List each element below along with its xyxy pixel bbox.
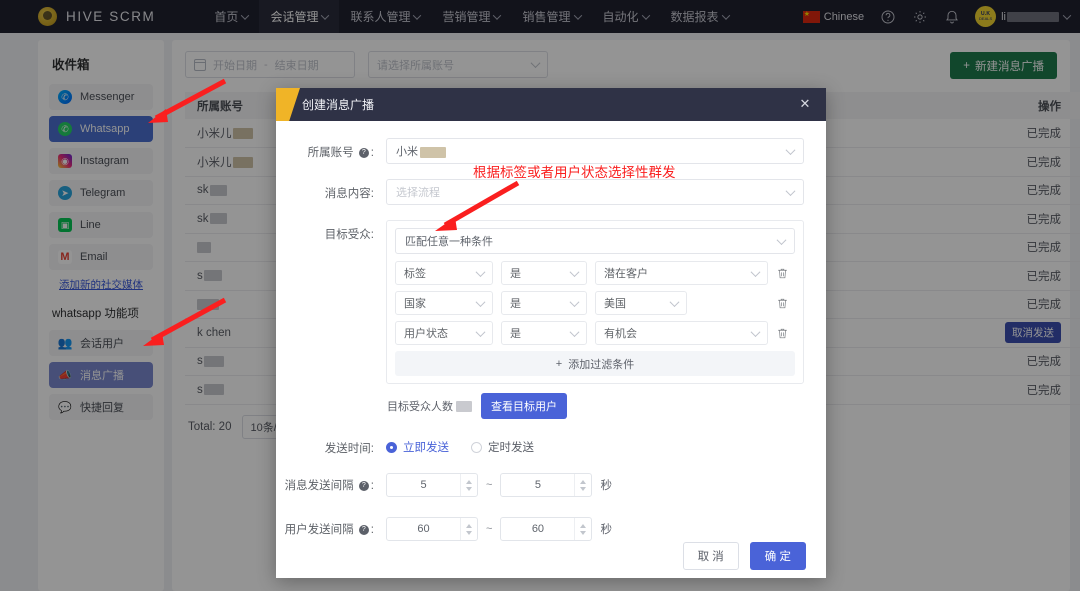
send-time-radio-group: 立即发送 定时发送: [386, 434, 804, 455]
unit-label: 秒: [600, 477, 612, 493]
message-interval-max-stepper[interactable]: 5: [500, 473, 592, 497]
condition-operator-select[interactable]: 是: [501, 321, 587, 345]
app-root: HIVE SCRM 首页 会话管理 联系人管理 营销管理 销售管理: [0, 0, 1080, 591]
chevron-down-icon: [786, 186, 796, 196]
condition-field-value: 用户状态: [404, 325, 448, 341]
stepper-value: 5: [387, 479, 460, 491]
condition-row: 国家 是 美国: [395, 291, 795, 315]
condition-field-select[interactable]: 国家: [395, 291, 493, 315]
field-control-send-time: 立即发送 定时发送: [386, 434, 804, 455]
field-label-message-interval: 消息发送间隔 ?:: [276, 471, 374, 493]
chevron-down-icon: [751, 327, 761, 337]
chevron-down-icon: [476, 267, 486, 277]
arrow-down-icon: [580, 487, 586, 492]
chevron-down-icon: [476, 327, 486, 337]
dialog-footer: 取 消 确 定: [276, 533, 826, 578]
message-interval-min-stepper[interactable]: 5: [386, 473, 478, 497]
delete-condition-icon[interactable]: [776, 297, 789, 310]
chevron-down-icon: [670, 297, 680, 307]
label-text: 所属账号: [308, 147, 354, 159]
condition-field-value: 国家: [404, 295, 426, 311]
condition-field-select[interactable]: 用户状态: [395, 321, 493, 345]
cancel-button[interactable]: 取 消: [683, 542, 739, 570]
chevron-down-icon: [786, 145, 796, 155]
chevron-down-icon: [476, 297, 486, 307]
add-filter-button[interactable]: + 添加过滤条件: [395, 351, 795, 376]
arrow-up-icon: [580, 523, 586, 528]
confirm-button[interactable]: 确 定: [750, 542, 806, 570]
delete-condition-icon[interactable]: [776, 267, 789, 280]
field-target-audience: 目标受众: 匹配任意一种条件 标签: [276, 220, 804, 419]
account-value: 小米: [396, 143, 446, 159]
condition-value-select[interactable]: 有机会: [595, 321, 768, 345]
radio-label: 定时发送: [488, 439, 534, 455]
field-control-message-interval: 5 ~ 5: [386, 471, 804, 497]
condition-row: 用户状态 是 有机会: [395, 321, 795, 345]
radio-label: 立即发送: [403, 439, 449, 455]
field-message-interval: 消息发送间隔 ?: 5 ~ 5: [276, 471, 804, 497]
chevron-down-icon: [751, 267, 761, 277]
field-label-send-time: 发送时间:: [276, 434, 374, 456]
condition-field-value: 标签: [404, 265, 426, 281]
arrow-up-icon: [466, 523, 472, 528]
audience-count-label: 目标受众人数: [387, 398, 472, 414]
condition-operator-value: 是: [510, 265, 521, 281]
arrow-down-icon: [466, 487, 472, 492]
chevron-down-icon: [570, 267, 580, 277]
range-separator: ~: [486, 479, 492, 491]
chevron-down-icon: [777, 235, 787, 245]
plus-icon: +: [556, 358, 562, 370]
label-text: 消息发送间隔: [285, 480, 354, 492]
annotation-arrow-whatsapp: [140, 78, 230, 128]
delete-condition-icon[interactable]: [776, 327, 789, 340]
header-accent-shape: [276, 88, 300, 121]
help-tooltip-icon[interactable]: ?: [359, 481, 369, 491]
annotation-arrow-broadcast: [130, 296, 230, 351]
arrow-up-icon: [466, 479, 472, 484]
field-label-audience: 目标受众:: [276, 220, 374, 242]
field-send-time: 发送时间: 立即发送 定时发送: [276, 434, 804, 456]
condition-value-text: 有机会: [604, 325, 637, 341]
stepper-value: 5: [501, 479, 574, 491]
condition-value-select[interactable]: 潜在客户: [595, 261, 768, 285]
condition-row: 标签 是 潜在客户: [395, 261, 795, 285]
condition-value-select[interactable]: 美国: [595, 291, 687, 315]
annotation-arrow-audience: [415, 178, 525, 238]
stepper-arrows[interactable]: [460, 474, 477, 496]
condition-operator-select[interactable]: 是: [501, 291, 587, 315]
field-message-content: 消息内容: 选择流程: [276, 179, 804, 205]
field-label-content: 消息内容:: [276, 179, 374, 201]
stepper-arrows[interactable]: [574, 474, 591, 496]
view-target-users-button[interactable]: 查看目标用户: [481, 393, 567, 419]
chevron-down-icon: [570, 297, 580, 307]
help-tooltip-icon[interactable]: ?: [359, 148, 369, 158]
close-icon[interactable]: ✕: [798, 97, 812, 111]
arrow-up-icon: [580, 479, 586, 484]
radio-dot-icon: [471, 442, 482, 453]
condition-field-select[interactable]: 标签: [395, 261, 493, 285]
field-control-audience: 匹配任意一种条件 标签 是: [386, 220, 804, 419]
condition-operator-select[interactable]: 是: [501, 261, 587, 285]
dialog-body: 所属账号 ?: 小米 消息内容: 选择流程: [276, 121, 826, 533]
condition-value-text: 潜在客户: [604, 265, 648, 281]
condition-operator-value: 是: [510, 295, 521, 311]
radio-dot-icon: [386, 442, 397, 453]
chevron-down-icon: [570, 327, 580, 337]
radio-send-scheduled[interactable]: 定时发送: [471, 439, 534, 455]
field-label-account: 所属账号 ?:: [276, 138, 374, 160]
audience-count-row: 目标受众人数 查看目标用户: [386, 393, 804, 419]
condition-value-text: 美国: [604, 295, 626, 311]
condition-operator-value: 是: [510, 325, 521, 341]
dialog-header: 创建消息广播 ✕: [276, 88, 826, 121]
add-filter-label: 添加过滤条件: [568, 356, 634, 372]
dialog-title: 创建消息广播: [302, 96, 374, 113]
audience-condition-box: 匹配任意一种条件 标签 是: [386, 220, 804, 384]
radio-send-now[interactable]: 立即发送: [386, 439, 449, 455]
